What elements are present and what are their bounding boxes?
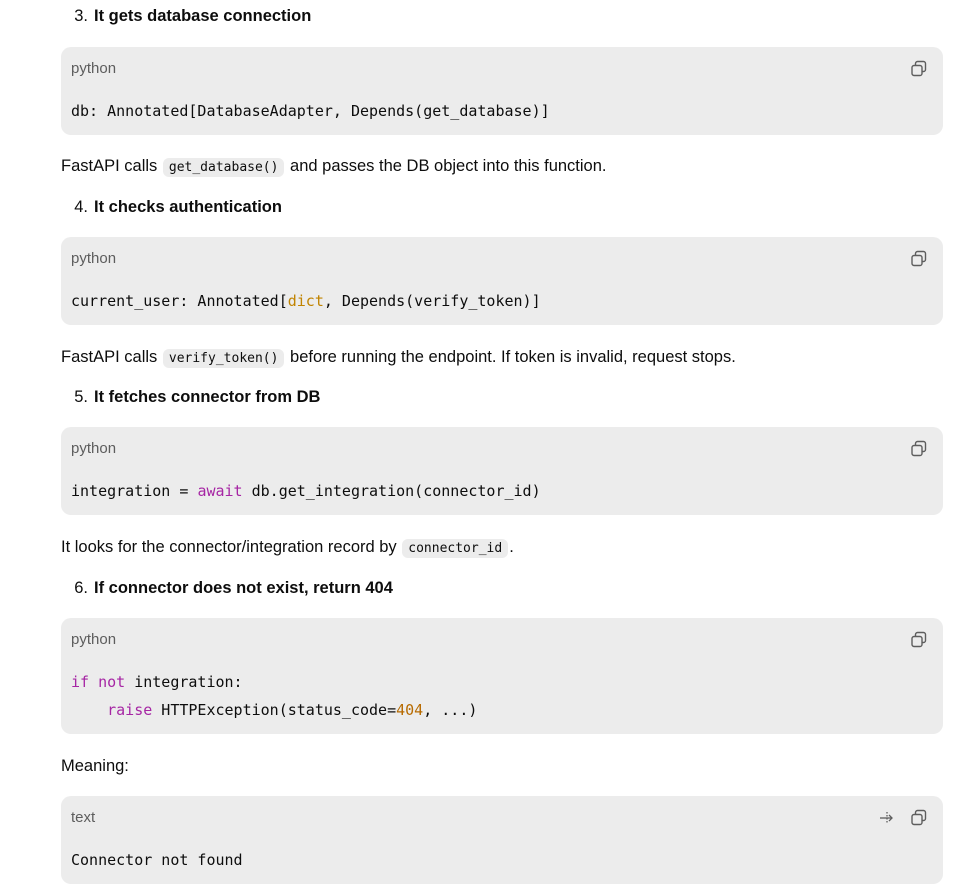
code-content: current_user: Annotated[dict, Depends(ve… [71,287,541,315]
step-3-heading: 3. It gets database connection [61,4,311,28]
code-block-text: text Connector not found [61,796,943,884]
code-keyword: raise [107,701,153,719]
paragraph-verify-token: FastAPI calls verify_token() before runn… [61,345,736,371]
copy-icon[interactable] [909,808,929,828]
step-number: 3. [74,7,88,25]
code-number: 404 [396,701,424,719]
text-span: and passes the DB object into this funct… [285,157,607,175]
step-5-heading: 5. It fetches connector from DB [61,385,320,409]
code-token: integration: [125,673,243,691]
text-span: It looks for the connector/integration r… [61,538,402,556]
chat-message-content: 3. It gets database connection python db… [0,0,955,892]
code-token: HTTPException(status_code= [152,701,397,719]
code-block-fetch: python integration = await db.get_integr… [61,427,943,515]
step-6-heading: 6. If connector does not exist, return 4… [61,576,393,600]
code-keyword: if [71,673,90,691]
step-number: 6. [74,579,88,597]
code-block-404: python if not integration: raise HTTPExc… [61,618,943,734]
step-number: 5. [74,388,88,406]
code-keyword: not [98,673,126,691]
code-content: integration = await db.get_integration(c… [71,477,541,505]
text-span: . [509,538,514,556]
code-language-label: text [71,809,96,826]
copy-icon[interactable] [909,249,929,269]
inline-code: connector_id [402,539,509,558]
code-language-label: python [71,250,117,267]
code-keyword: await [197,482,243,500]
inline-code: get_database() [162,158,285,177]
code-language-label: python [71,60,117,77]
code-line: db: Annotated[DatabaseAdapter, Depends(g… [71,102,550,120]
text-span: Meaning: [61,757,129,775]
code-block-auth: python current_user: Annotated[dict, Dep… [61,237,943,325]
step-title: It fetches connector from DB [94,388,321,406]
code-token: db.get_integration(connector_id) [242,482,541,500]
code-builtin: dict [287,292,324,310]
paragraph-connector-id: It looks for the connector/integration r… [61,535,514,561]
copy-icon[interactable] [909,630,929,650]
text-span: FastAPI calls [61,157,162,175]
text-span: FastAPI calls [61,348,162,366]
paragraph-meaning: Meaning: [61,754,129,778]
step-4-heading: 4. It checks authentication [61,195,282,219]
code-content: db: Annotated[DatabaseAdapter, Depends(g… [71,97,550,125]
step-title: If connector does not exist, return 404 [94,579,393,597]
wrap-icon[interactable] [877,808,897,828]
code-token: integration = [71,482,198,500]
code-content: if not integration: raise HTTPException(… [71,668,477,724]
code-language-label: python [71,440,117,457]
code-content: Connector not found [71,846,243,874]
code-token: , Depends(verify_token)] [323,292,541,310]
step-title: It checks authentication [94,198,282,216]
copy-icon[interactable] [909,59,929,79]
step-title: It gets database connection [94,7,312,25]
step-number: 4. [74,198,88,216]
code-token: , ...) [423,701,478,719]
code-line: Connector not found [71,851,243,869]
copy-icon[interactable] [909,439,929,459]
code-token: current_user: Annotated[ [71,292,288,310]
inline-code: verify_token() [162,349,285,368]
paragraph-get-database: FastAPI calls get_database() and passes … [61,154,606,180]
text-span: before running the endpoint. If token is… [285,348,736,366]
code-block-database: python db: Annotated[DatabaseAdapter, De… [61,47,943,135]
code-language-label: python [71,631,117,648]
